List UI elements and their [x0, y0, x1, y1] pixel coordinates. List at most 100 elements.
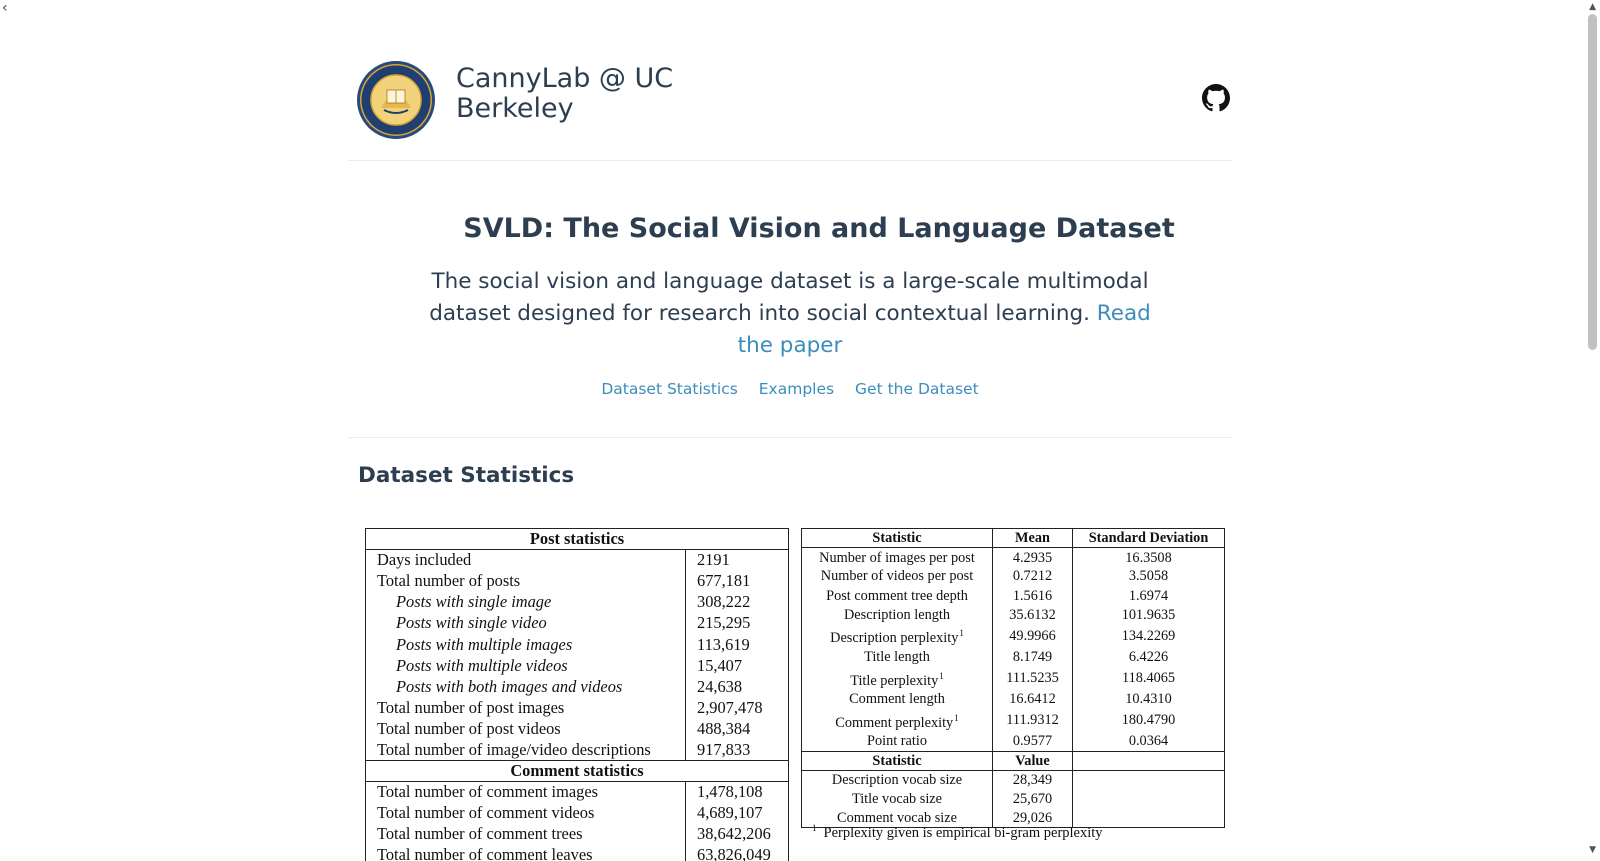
stat-mean: 16.6412	[992, 689, 1073, 709]
table-row: Comment perplexity1 111.9312 180.4790	[802, 708, 1225, 732]
empty-cell	[1072, 770, 1225, 790]
stat-label: Total number of post images	[377, 697, 565, 717]
stat-label: Posts with single video	[396, 613, 547, 633]
table-row: Title vocab size 25,670	[802, 789, 1225, 809]
footnote-text: Perplexity given is empirical bi-gram pe…	[823, 825, 1103, 841]
table-row: Title perplexity1 111.5235 118.4065	[802, 666, 1225, 690]
column-header	[1072, 750, 1225, 771]
hero-divider	[348, 437, 1232, 438]
comment-stats-header-row: Comment statistics	[365, 760, 789, 783]
stat-mean: 1.5616	[992, 586, 1073, 606]
table-row: Description perplexity1 49.9966 134.2269	[802, 624, 1225, 648]
table-row: Total number of comment images 1,478,108	[366, 781, 789, 803]
hero-description: The social vision and language dataset i…	[420, 266, 1160, 362]
footnote-ref: 1	[954, 712, 959, 723]
table-row: Point ratio 0.9577 0.0364	[802, 731, 1225, 751]
stat-label: Posts with both images and videos	[396, 676, 623, 696]
table-row: Title length 8.1749 6.4226	[802, 647, 1225, 667]
stat-label: Description perplexity1	[830, 628, 964, 647]
stat-value: 488,384	[685, 718, 789, 740]
stat-value: 15,407	[685, 655, 789, 677]
comment-stats-header: Comment statistics	[365, 760, 789, 783]
stat-label: Description vocab size	[831, 772, 963, 789]
stat-label: Posts with single image	[396, 592, 552, 612]
table-row: Comment length 16.6412 10.4310	[802, 689, 1225, 709]
column-header: Value	[992, 750, 1073, 771]
stat-mean: 8.1749	[992, 647, 1073, 667]
post-stats-header: Post statistics	[365, 528, 789, 551]
summary-statistics-table: Statistic Mean Standard Deviation Number of…	[801, 528, 1225, 829]
stat-mean: 0.9577	[992, 731, 1073, 751]
stat-label: Days included	[377, 550, 472, 570]
stat-value: 677,181	[685, 570, 789, 592]
table-row: Total number of posts 677,181	[366, 570, 789, 592]
stat-label: Total number of posts	[377, 571, 521, 591]
table-row: Total number of image/video descriptions…	[366, 739, 789, 761]
github-icon	[1202, 84, 1230, 112]
footnote-ref: 1	[939, 670, 944, 681]
table-row: Posts with both images and videos 24,638	[366, 676, 789, 698]
column-header: Standard Deviation	[1072, 528, 1225, 549]
stat-label: Comment length	[849, 691, 945, 708]
back-chevron-icon[interactable]: ‹	[2, 0, 8, 16]
stat-label: Description length	[843, 606, 950, 623]
stat-label: Posts with multiple images	[396, 634, 573, 654]
table-row: Posts with multiple videos 15,407	[366, 655, 789, 677]
stat-value: 308,222	[685, 591, 789, 613]
post-statistics-table: Post statistics Days included 2191 Total nu…	[365, 528, 789, 861]
stat-label: Total number of comment trees	[377, 824, 583, 844]
description-text: The social vision and language dataset i…	[429, 269, 1149, 326]
table-row: Total number of comment leaves 63,826,049	[366, 844, 789, 861]
column-header: Statistic	[801, 750, 993, 771]
column-header: Mean	[992, 528, 1073, 549]
table-row: Posts with single video 215,295	[366, 612, 789, 634]
nav-dataset-statistics[interactable]: Dataset Statistics	[601, 380, 737, 398]
nav-get-the-dataset[interactable]: Get the Dataset	[855, 380, 979, 398]
stat-value: 4,689,107	[685, 802, 789, 824]
stat-label: Posts with multiple videos	[396, 655, 568, 675]
table-row: Total number of post images 2,907,478	[366, 697, 789, 719]
scroll-down-arrow-icon[interactable]: ▼	[1589, 845, 1596, 855]
stat-label: Number of videos per post	[820, 568, 974, 585]
github-link[interactable]	[1202, 84, 1230, 112]
table-row: Posts with single image 308,222	[366, 591, 789, 613]
site-header: CannyLab @ UC Berkeley	[348, 52, 1232, 160]
section-nav: Dataset Statistics Examples Get the Data…	[348, 380, 1232, 398]
table-row: Days included 2191	[366, 549, 789, 571]
stat-sd: 0.0364	[1072, 731, 1225, 751]
stat-label: Number of images per post	[819, 549, 975, 566]
nav-examples[interactable]: Examples	[759, 380, 834, 398]
table-row: Post comment tree depth 1.5616 1.6974	[802, 586, 1225, 606]
scroll-up-arrow-icon[interactable]: ▲	[1589, 2, 1596, 12]
stat-value: 38,642,206	[685, 823, 789, 845]
stat-value: 25,670	[992, 789, 1073, 809]
stat-sd: 118.4065	[1072, 666, 1225, 690]
stat-mean: 0.7212	[992, 566, 1073, 587]
stat-sd: 3.5058	[1072, 566, 1225, 587]
stat-label: Total number of comment videos	[377, 803, 595, 823]
footnote-marker: 1	[812, 823, 817, 833]
table-row: Number of images per post 4.2935 16.3508	[802, 547, 1225, 567]
stat-sd: 16.3508	[1072, 547, 1225, 567]
table-row: Posts with multiple images 113,619	[366, 633, 789, 656]
uc-berkeley-seal-logo[interactable]	[356, 60, 436, 140]
stat-label: Total number of comment leaves	[377, 845, 593, 861]
table-row: Description length 35.6132 101.9635	[802, 605, 1225, 625]
stat-value: 113,619	[685, 633, 789, 656]
brand-name[interactable]: CannyLab @ UC Berkeley	[456, 64, 716, 124]
table-row: Total number of comment trees 38,642,206	[366, 823, 789, 845]
stat-mean: 49.9966	[992, 624, 1073, 648]
stat-label: Point ratio	[867, 733, 927, 750]
empty-cell	[1072, 789, 1225, 809]
scrollbar-thumb[interactable]	[1588, 14, 1597, 350]
stat-value: 2191	[685, 549, 789, 571]
stat-mean: 35.6132	[992, 605, 1073, 625]
scrollbar[interactable]: ▲ ▼	[1585, 0, 1600, 861]
stat-label: Title length	[864, 649, 930, 666]
stat-mean: 111.9312	[992, 708, 1073, 732]
page-title: SVLD: The Social Vision and Language Dat…	[463, 213, 1175, 244]
stat-label: Total number of image/video descriptions	[377, 739, 651, 759]
stat-value: 63,826,049	[685, 844, 789, 861]
stat-mean: 111.5235	[992, 666, 1073, 690]
stat-sd: 180.4790	[1072, 708, 1225, 732]
